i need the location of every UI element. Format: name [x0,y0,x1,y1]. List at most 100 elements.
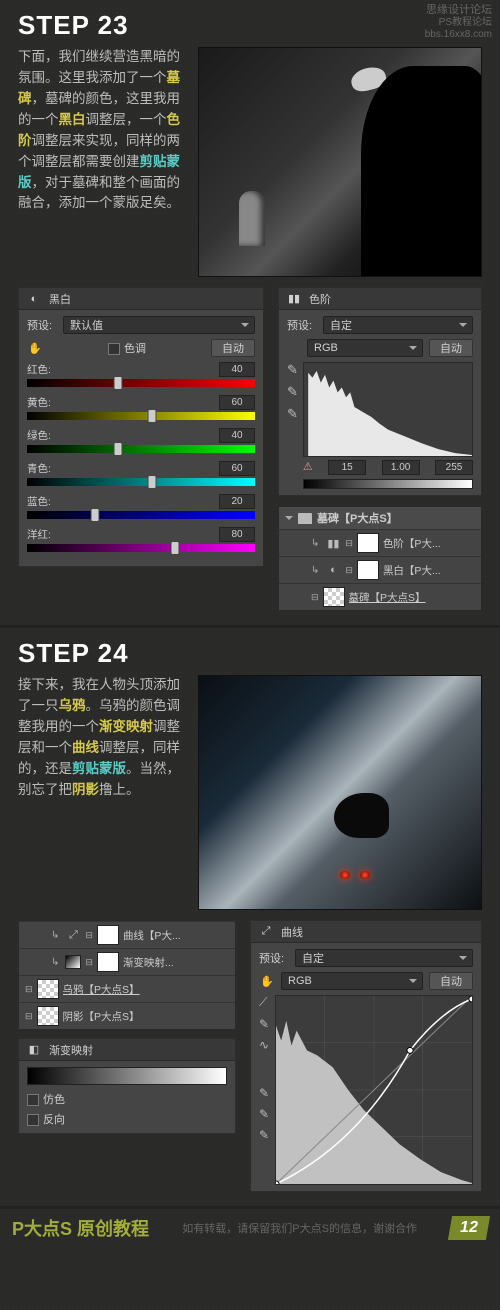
eyedropper-white-icon[interactable]: ✎ [259,1128,269,1142]
layer-name: 乌鸦【P大点S】 [63,982,140,997]
slider-thumb[interactable] [148,409,157,423]
layer-row[interactable]: ⊟ 墓碑【P大点S】 [279,583,481,610]
scrubby-icon[interactable]: ✋ [259,974,275,988]
layers-panel-23: 墓碑【P大点S】 ↳ ▮▮ ⊟ 色阶【P大...↳ ◐ ⊟ 黑白【P大... ⊟… [278,506,482,611]
slider-track[interactable] [27,511,255,519]
tint-checkbox[interactable] [108,343,120,355]
slider-value[interactable]: 40 [219,362,255,377]
eyedropper-black-icon[interactable]: ✎ [259,1086,269,1100]
link-icon[interactable]: ⊟ [85,957,93,968]
slider-thumb[interactable] [148,475,157,489]
slider-value[interactable]: 40 [219,428,255,443]
layer-mask-thumb[interactable] [357,560,379,580]
curve-smooth-icon[interactable]: ∿ [259,1038,269,1052]
layer-name: 渐变映射... [123,955,174,970]
slider-track[interactable] [27,412,255,420]
levels-auto-button[interactable]: 自动 [429,339,473,357]
slider-label: 黄色: [27,395,51,410]
panel-black-white: ◐ 黑白 预设: 默认值 ✋ 色调 自动 红色:40 黄色:60 绿色:40 青… [18,287,264,567]
link-icon[interactable]: ⊟ [25,984,33,995]
layers-panel-24: ↳ ⤢ ⊟ 曲线【P大...↳ ⊟ 渐变映射... ⊟ 乌鸦【P大点S】 ⊟ 阴… [18,920,236,1030]
slider-value[interactable]: 60 [219,461,255,476]
layer-name: 黑白【P大... [383,563,441,578]
layer-mask-thumb[interactable] [357,533,379,553]
slider-label: 红色: [27,362,51,377]
preset-label: 预设: [27,317,57,333]
layer-mask-thumb[interactable] [37,979,59,999]
slider-value[interactable]: 20 [219,494,255,509]
slider-value[interactable]: 80 [219,527,255,542]
levels-gamma-input[interactable] [382,460,420,475]
slider-track[interactable] [27,478,255,486]
layer-row[interactable]: ↳ ⤢ ⊟ 曲线【P大... [19,921,235,948]
scrubby-icon[interactable]: ✋ [27,341,43,355]
dither-checkbox[interactable] [27,1094,39,1106]
levels-icon: ▮▮ [285,292,303,306]
preview-image-24 [198,675,482,910]
curves-icon: ⤢ [257,925,275,939]
bw-adj-icon: ◐ [325,563,341,577]
layer-group[interactable]: 墓碑【P大点S】 [279,507,481,529]
link-icon[interactable]: ⊟ [345,565,353,576]
curves-preset-dropdown[interactable]: 自定 [295,949,473,967]
eyedropper-gray-icon[interactable]: ✎ [287,384,298,400]
clip-icon: ↳ [311,538,319,549]
link-icon[interactable]: ⊟ [311,592,319,603]
eyedropper-black-icon[interactable]: ✎ [287,362,298,378]
folder-icon [298,513,312,524]
bw-preset-dropdown[interactable]: 默认值 [63,316,255,334]
layer-row[interactable]: ↳ ◐ ⊟ 黑白【P大... [279,556,481,583]
eyedropper-white-icon[interactable]: ✎ [287,406,298,422]
slider-thumb[interactable] [114,376,123,390]
curve-pencil-tool-icon[interactable]: ✎ [259,1017,269,1031]
slider-track[interactable] [27,544,255,552]
section-step-23: STEP 23 下面，我们继续营造黑暗的氛围。这里我添加了一个墓碑，墓碑的颜色，… [0,0,500,628]
link-icon[interactable]: ⊟ [25,1011,33,1022]
page-number: 12 [448,1216,490,1240]
slider-track[interactable] [27,379,255,387]
levels-white-input[interactable] [435,460,473,475]
link-icon[interactable]: ⊟ [85,930,93,941]
slider-thumb[interactable] [114,442,123,456]
slider-thumb[interactable] [91,508,100,522]
curves-auto-button[interactable]: 自动 [429,972,473,990]
panel-curves: ⤢ 曲线 预设: 自定 ✋ RGB 自动 ⟋ [250,920,482,1192]
slider-thumb[interactable] [171,541,180,555]
slider-track[interactable] [27,445,255,453]
section-step-24: STEP 24 接下来，我在人物头顶添加了一只乌鸦。乌鸦的颜色调整我用的一个渐变… [0,628,500,1209]
panel-title: 曲线 [281,924,303,940]
link-icon[interactable]: ⊟ [345,538,353,549]
clip-icon: ↳ [311,565,319,576]
levels-adj-icon: ▮▮ [325,536,341,550]
grad-adj-icon [65,955,81,969]
levels-channel-dropdown[interactable]: RGB [307,339,423,357]
layer-row[interactable]: ↳ ⊟ 渐变映射... [19,948,235,975]
curves-graph[interactable] [275,995,473,1185]
levels-black-input[interactable] [328,460,366,475]
slider-label: 蓝色: [27,494,51,509]
slider-value[interactable]: 60 [219,395,255,410]
clip-icon: ↳ [51,957,59,968]
layer-mask-thumb[interactable] [97,925,119,945]
layer-mask-thumb[interactable] [97,952,119,972]
curve-point-tool-icon[interactable]: ⟋ [259,995,269,1010]
slider-label: 青色: [27,461,51,476]
reverse-checkbox[interactable] [27,1114,39,1126]
layer-mask-thumb[interactable] [323,587,345,607]
disclosure-icon[interactable] [285,516,293,524]
curves-channel-dropdown[interactable]: RGB [281,972,423,990]
eyedropper-gray-icon[interactable]: ✎ [259,1107,269,1121]
brand: P大点S 原创教程 [12,1215,149,1241]
watermark: 思缘设计论坛 PS教程论坛 bbs.16xx8.com [425,4,492,41]
levels-histogram[interactable] [303,362,473,457]
layer-row[interactable]: ↳ ▮▮ ⊟ 色阶【P大... [279,529,481,556]
step23-text: 下面，我们继续营造黑暗的氛围。这里我添加了一个墓碑，墓碑的颜色，这里我用的一个黑… [18,47,188,277]
layer-name: 墓碑【P大点S】 [349,590,426,605]
output-gradient[interactable] [303,479,473,489]
layer-row[interactable]: ⊟ 乌鸦【P大点S】 [19,975,235,1002]
layer-row[interactable]: ⊟ 阴影【P大点S】 [19,1002,235,1029]
levels-preset-dropdown[interactable]: 自定 [323,316,473,334]
bw-auto-button[interactable]: 自动 [211,339,255,357]
layer-mask-thumb[interactable] [37,1006,59,1026]
gradient-preview[interactable] [27,1067,227,1085]
